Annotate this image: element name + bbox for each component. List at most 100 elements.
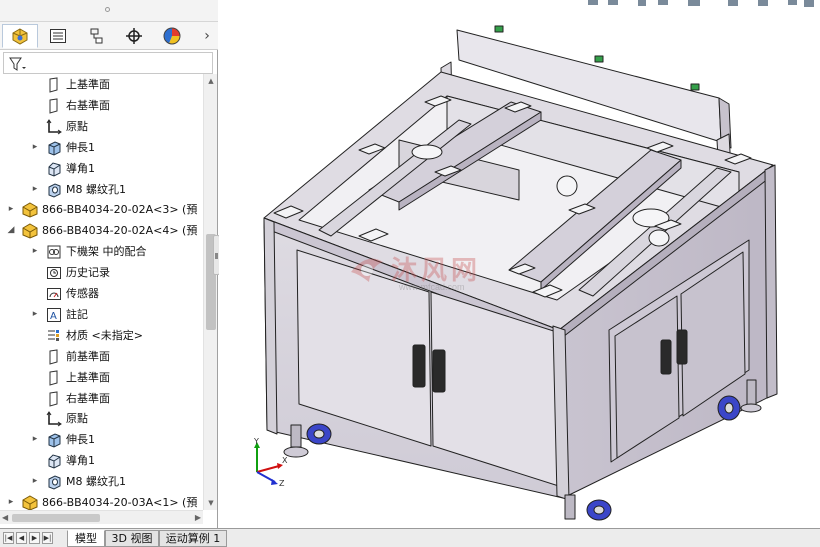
grip-dot-icon bbox=[105, 7, 110, 12]
plane-icon bbox=[46, 349, 62, 365]
expand-arrow-icon[interactable]: ▸ bbox=[30, 246, 40, 256]
tree-item-label: 传感器 bbox=[66, 287, 99, 300]
collapse-arrow-icon[interactable]: ◢ bbox=[6, 225, 16, 235]
tree-item[interactable]: 传感器 bbox=[0, 283, 203, 304]
tree-item-label: 右基準面 bbox=[66, 98, 110, 112]
watermark-url: www.mfcad.com bbox=[399, 282, 465, 292]
tree-item-label: 原點 bbox=[66, 412, 88, 426]
manager-tabs: › bbox=[0, 22, 218, 50]
heads-up-toolbar[interactable] bbox=[528, 0, 818, 8]
tree-item[interactable]: 上基準面 bbox=[0, 74, 203, 95]
tree-item[interactable]: 原點 bbox=[0, 408, 203, 429]
tree-item[interactable]: ▸ 866-BB4034-20-03A<1> (預 bbox=[0, 492, 203, 510]
tab-motion-study[interactable]: 运动算例 1 bbox=[159, 530, 227, 547]
chamfer-icon bbox=[46, 453, 62, 469]
part-icon bbox=[22, 223, 38, 239]
tree-item-label: 材质 <未指定> bbox=[66, 328, 143, 342]
history-icon bbox=[46, 265, 62, 281]
property-manager-icon[interactable] bbox=[40, 24, 76, 48]
tab-3d-view[interactable]: 3D 视图 bbox=[105, 530, 159, 547]
tree-item[interactable]: 前基準面 bbox=[0, 346, 203, 367]
expand-arrow-icon[interactable]: ▸ bbox=[30, 142, 40, 152]
scroll-right-icon[interactable]: ▶ bbox=[195, 513, 201, 522]
dimxpert-icon[interactable] bbox=[116, 24, 152, 48]
expand-arrow-icon[interactable]: ▸ bbox=[6, 204, 16, 214]
hole-icon bbox=[46, 182, 62, 198]
tab-model[interactable]: 模型 bbox=[67, 530, 105, 547]
feature-tree: 上基準面 右基準面 原點 ▸ 伸長1 導角1 ▸ M8 螺纹孔1 ▸ 866-BB4034-20-… bbox=[0, 74, 203, 510]
tree-item[interactable]: 導角1 bbox=[0, 450, 203, 471]
tree-item-label: 866-BB4034-20-03A<1> (預 bbox=[42, 496, 198, 509]
tree-item[interactable]: ▸ 伸長1 bbox=[0, 137, 203, 158]
origin-icon bbox=[46, 411, 62, 427]
tree-item[interactable]: ◢ 866-BB4034-20-02A<4> (預 bbox=[0, 220, 203, 241]
feature-manager-icon[interactable] bbox=[2, 24, 38, 48]
tree-item[interactable]: 原點 bbox=[0, 116, 203, 137]
filter-icon[interactable] bbox=[8, 56, 26, 72]
first-tab-icon[interactable]: |◀ bbox=[3, 532, 14, 544]
tree-item-label: 導角1 bbox=[66, 161, 95, 175]
tree-item[interactable]: 历史记录 bbox=[0, 262, 203, 283]
tree-item-label: 866-BB4034-20-02A<3> (預 bbox=[42, 203, 198, 217]
next-tab-icon[interactable]: ▶ bbox=[29, 532, 40, 544]
plane-icon bbox=[46, 370, 62, 386]
graphics-area[interactable]: 沐风网 www.mfcad.com Y X Z bbox=[219, 0, 820, 528]
tree-item[interactable]: ▸ A 註記 bbox=[0, 304, 203, 325]
orientation-triad: Y X Z bbox=[253, 438, 288, 488]
display-manager-icon[interactable] bbox=[154, 24, 190, 48]
sensor-icon bbox=[46, 286, 62, 302]
tree-item-label: 伸長1 bbox=[66, 433, 95, 447]
prev-tab-icon[interactable]: ◀ bbox=[16, 532, 27, 544]
plane-icon bbox=[46, 390, 62, 407]
hscroll-thumb[interactable] bbox=[12, 514, 100, 522]
tree-item[interactable]: ▸ 866-BB4034-20-02A<3> (預 bbox=[0, 199, 203, 220]
tree-item-label: 註記 bbox=[66, 307, 88, 321]
tree-item[interactable]: 上基準面 bbox=[0, 367, 203, 388]
extrude-icon bbox=[46, 432, 62, 448]
scroll-down-icon[interactable]: ▼ bbox=[207, 499, 215, 507]
tree-item[interactable]: ▸ 伸長1 bbox=[0, 429, 203, 450]
plane-icon bbox=[46, 77, 62, 93]
part-icon bbox=[22, 202, 38, 218]
tree-item[interactable]: ▸ 下機架 中的配合 bbox=[0, 241, 203, 262]
panel-grip[interactable] bbox=[0, 0, 218, 22]
tree-item-label: 866-BB4034-20-02A<4> (預 bbox=[42, 224, 198, 238]
tree-item[interactable]: 導角1 bbox=[0, 158, 203, 179]
tree-horizontal-scrollbar[interactable]: ◀ ▶ bbox=[0, 510, 203, 524]
expand-arrow-icon[interactable]: ▸ bbox=[30, 434, 40, 444]
tree-item[interactable]: 材质 <未指定> bbox=[0, 325, 203, 346]
expand-arrow-icon[interactable]: ▸ bbox=[6, 497, 16, 507]
tree-item-label: 導角1 bbox=[66, 454, 95, 468]
scroll-left-icon[interactable]: ◀ bbox=[2, 513, 8, 522]
bottom-tab-bar: |◀ ◀ ▶ ▶| 模型 3D 视图 运动算例 1 bbox=[0, 528, 820, 547]
hole-icon bbox=[46, 474, 62, 490]
last-tab-icon[interactable]: ▶| bbox=[42, 532, 53, 544]
mates-icon bbox=[46, 244, 62, 260]
tree-item-label: 上基準面 bbox=[66, 78, 110, 91]
scroll-up-icon[interactable]: ▲ bbox=[207, 77, 215, 85]
tree-item[interactable]: 右基準面 bbox=[0, 388, 203, 409]
part-icon bbox=[22, 495, 38, 510]
tree-vertical-scrollbar[interactable]: ▲ ▼ bbox=[203, 74, 217, 510]
tree-item-label: M8 螺纹孔1 bbox=[66, 182, 126, 196]
tabs-scroll-right-icon[interactable]: › bbox=[200, 27, 214, 45]
configuration-manager-icon[interactable] bbox=[78, 24, 114, 48]
tree-item-label: 上基準面 bbox=[66, 370, 110, 384]
feature-manager-panel: › 上基準面 右基準面 原點 ▸ 伸長1 導角1 ▸ M8 螺纹孔1 ▸ 866-BB4034-2… bbox=[0, 0, 218, 528]
tree-item[interactable]: 右基準面 bbox=[0, 95, 203, 116]
svg-text:A: A bbox=[50, 311, 57, 322]
tree-item-label: 下機架 中的配合 bbox=[66, 245, 147, 259]
expand-arrow-icon[interactable]: ▸ bbox=[30, 476, 40, 486]
collapse-knob-icon bbox=[215, 253, 218, 259]
tree-item-label: 右基準面 bbox=[66, 391, 110, 405]
tree-item[interactable]: ▸ M8 螺纹孔1 bbox=[0, 179, 203, 200]
expand-arrow-icon[interactable]: ▸ bbox=[30, 184, 40, 194]
material-icon bbox=[46, 328, 62, 344]
watermark-logo-icon bbox=[351, 258, 383, 282]
expand-arrow-icon[interactable]: ▸ bbox=[30, 309, 40, 319]
tree-item[interactable]: ▸ M8 螺纹孔1 bbox=[0, 471, 203, 492]
tree-item-label: M8 螺纹孔1 bbox=[66, 475, 126, 489]
plane-icon bbox=[46, 98, 62, 114]
tree-filter-bar[interactable] bbox=[3, 52, 213, 74]
tree-item-label: 历史记录 bbox=[66, 266, 110, 280]
